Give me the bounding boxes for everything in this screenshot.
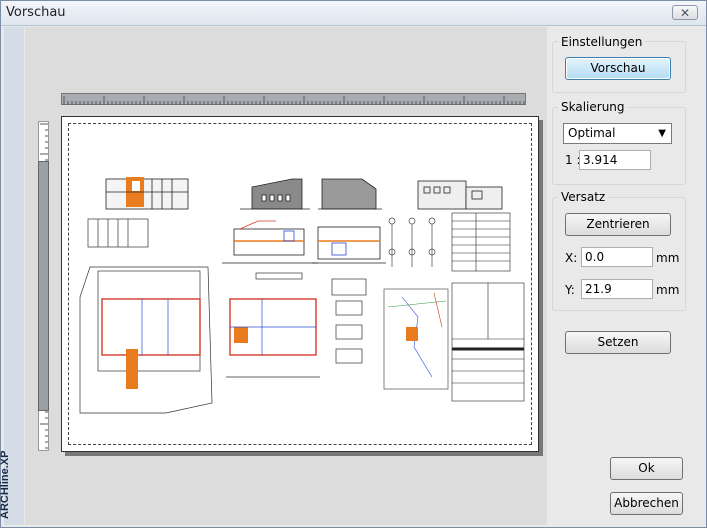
site-plan [79, 218, 213, 414]
detail-symbols [388, 217, 436, 267]
title-bar: Vorschau ✕ [1, 1, 706, 26]
detail-stack [255, 272, 367, 364]
ok-button[interactable]: Ok [610, 457, 683, 480]
offset-x-label: X: [565, 251, 578, 265]
scale-ratio-input[interactable]: 3.914 [579, 150, 651, 170]
offset-y-input[interactable]: 21.9 [581, 279, 653, 299]
horizontal-ruler-ticks [63, 96, 525, 105]
offset-y-label: Y: [565, 283, 575, 297]
dropdown-caret-icon: ▼ [658, 128, 666, 139]
elevation-front [105, 177, 189, 210]
scaling-mode-select[interactable]: Optimal ▼ [563, 123, 672, 144]
elevation-side [240, 178, 310, 210]
legend-table [451, 212, 511, 272]
brand-logo: ARCHline.XP [0, 450, 11, 519]
section-a [222, 220, 318, 264]
print-preview-page [61, 116, 539, 452]
preview-dialog: Vorschau ✕ ARCHline.XP Einstellungen Vor… [0, 0, 707, 528]
cancel-button[interactable]: Abbrechen [610, 492, 683, 515]
set-button[interactable]: Setzen [565, 331, 671, 354]
section-b [312, 226, 386, 264]
title-block [451, 282, 525, 402]
location-map [383, 288, 449, 390]
floor-plan-1 [226, 298, 320, 378]
horizontal-ruler[interactable] [61, 93, 526, 105]
vertical-ruler-scroll-thumb[interactable] [38, 161, 49, 411]
close-button[interactable]: ✕ [672, 5, 698, 20]
plan-drawing [79, 177, 525, 414]
scaling-mode-value: Optimal [568, 126, 616, 140]
window-title: Vorschau [6, 5, 66, 20]
elevation-right [417, 180, 503, 210]
offset-group-label: Versatz [558, 190, 609, 204]
offset-y-unit: mm [656, 283, 680, 297]
close-icon: ✕ [679, 6, 691, 20]
preview-button[interactable]: Vorschau [565, 57, 671, 80]
scaling-group [552, 107, 686, 185]
scaling-group-label: Skalierung [558, 100, 628, 114]
elevation-rear [318, 178, 382, 210]
settings-group-label: Einstellungen [558, 35, 646, 49]
center-button[interactable]: Zentrieren [565, 213, 671, 236]
offset-x-unit: mm [656, 251, 680, 265]
offset-x-input[interactable]: 0.0 [581, 247, 653, 267]
